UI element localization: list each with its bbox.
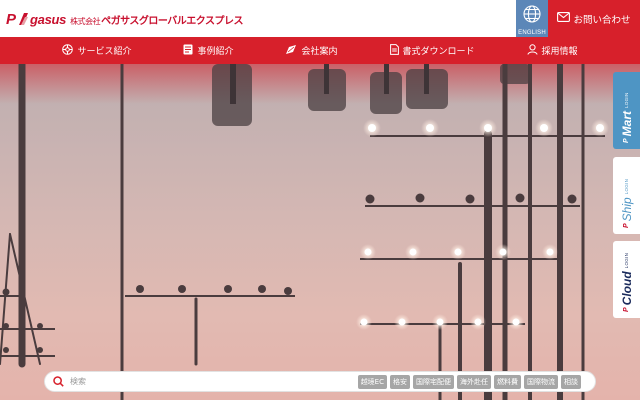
tab-logo-p: P — [623, 138, 630, 143]
search-tag[interactable]: 燃料費 — [494, 374, 521, 389]
logo-company-prefix: 株式会社 — [70, 16, 101, 26]
globe-icon — [522, 4, 542, 28]
download-icon — [389, 43, 403, 58]
nav-item-recruit[interactable]: 採用情報 — [527, 43, 578, 58]
english-button[interactable]: ENGLISH — [516, 0, 548, 37]
search-tag[interactable]: 国際物流 — [524, 374, 558, 389]
tab-brand: Cloud — [619, 271, 634, 306]
side-tab-content: P Cloud LOGIN — [613, 241, 640, 318]
search-tag[interactable]: 越境EC — [357, 374, 387, 389]
nav-item-cases[interactable]: 事例紹介 — [183, 44, 233, 58]
search-tag[interactable]: 海外赴任 — [457, 374, 491, 389]
search-bar[interactable]: 検索 越境EC 格安 国際宅配便 海外赴任 燃料費 国際物流 相談 — [44, 371, 596, 392]
search-tag[interactable]: 相談 — [561, 374, 581, 389]
search-tag[interactable]: 格安 — [390, 374, 410, 389]
logo-letter-p: P — [6, 10, 17, 28]
logo-brand: gasus — [30, 11, 67, 27]
nav-item-download[interactable]: 書式ダウンロード — [389, 43, 475, 58]
tab-logo-p: P — [623, 307, 630, 312]
tab-login: LOGIN — [624, 252, 629, 269]
nav-label: サービス紹介 — [77, 47, 132, 57]
mail-icon — [557, 12, 573, 25]
company-logo[interactable]: P gasus 株式会社ペガサスグローバルエクスプレス — [6, 9, 243, 29]
main-nav: サービス紹介 事例紹介 会社案内 書式ダウンロード 採用情報 — [0, 37, 640, 64]
nav-label: 書式ダウンロード — [402, 47, 475, 57]
tab-logo-p: P — [623, 223, 630, 228]
site-header: P gasus 株式会社ペガサスグローバルエクスプレス ENGLISH お問い合… — [0, 0, 640, 37]
side-tab-mart-login[interactable]: P Mart LOGIN — [613, 72, 640, 149]
tab-login: LOGIN — [624, 178, 629, 195]
tab-login: LOGIN — [624, 92, 629, 108]
tab-brand: Ship — [619, 197, 634, 222]
logo-company-main: ペガサスグローバルエクスプレス — [101, 15, 243, 27]
english-label: ENGLISH — [518, 30, 546, 36]
search-icon — [53, 372, 64, 391]
nav-label: 採用情報 — [541, 47, 578, 57]
nav-item-company[interactable]: 会社案内 — [285, 44, 338, 58]
hero-image — [0, 64, 640, 400]
nav-item-services[interactable]: サービス紹介 — [62, 43, 132, 58]
recruit-icon — [527, 43, 542, 58]
logo-mark-icon — [17, 11, 29, 27]
search-placeholder: 検索 — [70, 377, 86, 386]
nav-label: 会社案内 — [301, 47, 338, 57]
services-icon — [62, 43, 77, 58]
nav-label: 事例紹介 — [197, 47, 234, 57]
tab-brand: Mart — [619, 110, 634, 137]
search-tags: 越境EC 格安 国際宅配便 海外赴任 燃料費 国際物流 相談 — [355, 374, 581, 389]
side-tab-content: P Ship LOGIN — [613, 157, 640, 234]
logo-company-name: 株式会社ペガサスグローバルエクスプレス — [70, 12, 243, 27]
contact-label: お問い合わせ — [573, 14, 631, 26]
side-tab-ship-login[interactable]: P Ship LOGIN — [613, 157, 640, 234]
company-icon — [285, 44, 301, 58]
side-tab-cloud-login[interactable]: P Cloud LOGIN — [613, 241, 640, 318]
side-tab-content: P Mart LOGIN — [613, 72, 640, 149]
runway-lights-photo — [0, 64, 640, 400]
contact-button[interactable]: お問い合わせ — [548, 0, 640, 37]
cases-icon — [183, 44, 197, 58]
search-tag[interactable]: 国際宅配便 — [413, 374, 454, 389]
